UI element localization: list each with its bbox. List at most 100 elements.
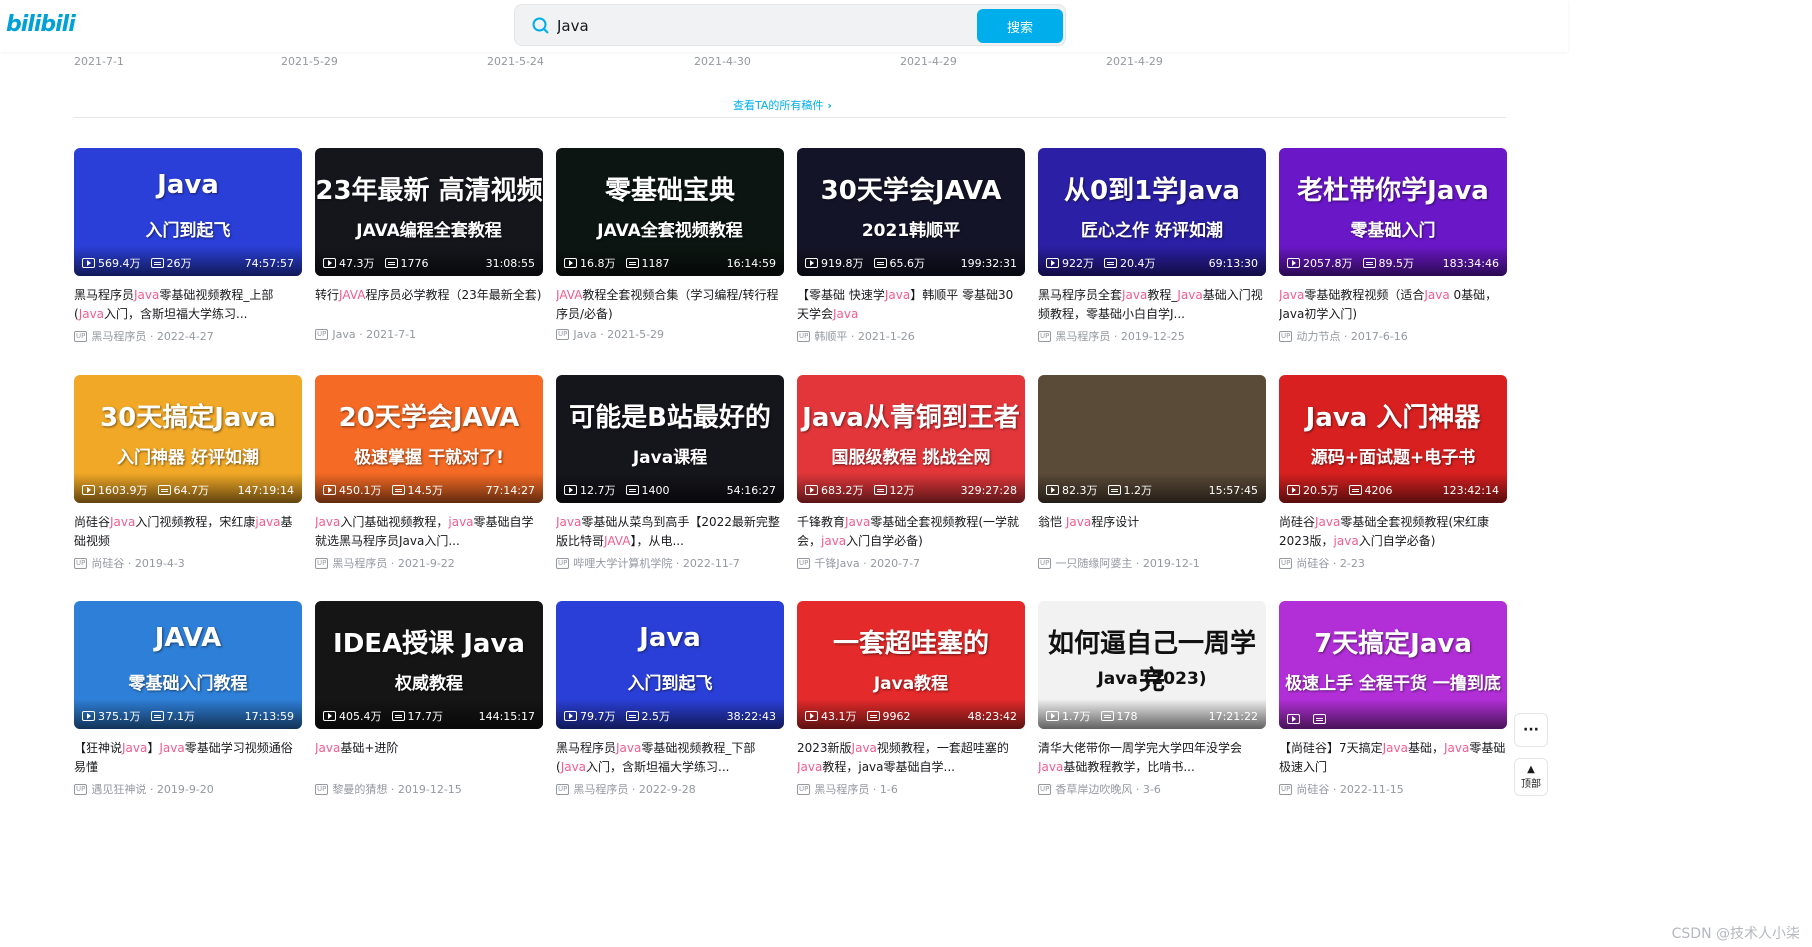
video-title[interactable]: 千锋教育Java零基础全套视频教程(一学就会，java入门自学必备) (797, 513, 1025, 551)
video-title[interactable]: Java基础+进阶 (315, 739, 543, 777)
video-card[interactable]: 一套超哇塞的 Java教程 43.1万 9962 48:23:42 2023新版Java视… (797, 601, 1025, 797)
danmaku-stat: 9962 (866, 710, 911, 723)
view-count: 2057.8万 (1303, 257, 1353, 270)
video-title[interactable]: Java零基础从菜鸟到高手【2022最新完整版比特哥JAVA】，从电... (556, 513, 784, 551)
video-card[interactable]: 20天学会JAVA 极速掌握 干就对了! 450.1万 14.5万 77:14:27 Ja… (315, 375, 543, 571)
video-thumbnail[interactable]: 如何逼自己一周学完 Java (2023) 1.7万 178 17:21:22 (1038, 601, 1266, 729)
video-title[interactable]: Java零基础教程视频（适合Java 0基础，Java初学入门) (1279, 286, 1507, 324)
video-card[interactable]: IDEA授课 Java 权威教程 405.4万 17.7万 144:15:17 Java基… (315, 601, 543, 797)
video-card[interactable]: 从0到1学Java 匠心之作 好评如潮 922万 20.4万 69:13:30 黑马程序员… (1038, 148, 1266, 344)
more-options-button[interactable]: ··· (1514, 713, 1548, 747)
title-segment: Java (1382, 741, 1408, 755)
uploader-name[interactable]: 黑马程序员 (332, 555, 387, 571)
video-card[interactable]: 可能是B站最好的 Java课程 12.7万 1400 54:16:27 Java零基础从菜… (556, 375, 784, 571)
video-card[interactable]: Java 入门神器 源码+面试题+电子书 20.5万 4206 123:42:14 尚硅谷… (1279, 375, 1507, 571)
uploader-name[interactable]: 黑马程序员 (573, 781, 628, 797)
uploader-icon: UP (315, 783, 329, 795)
video-title[interactable]: 【零基础 快速学Java】韩顺平 零基础30天学会Java (797, 286, 1025, 324)
uploader-name[interactable]: 一只随缘阿婆主 (1055, 555, 1132, 571)
video-title[interactable]: 尚硅谷Java零基础全套视频教程(宋红康2023版，java入门自学必备) (1279, 513, 1507, 551)
meta-separator: · (387, 782, 398, 796)
video-card[interactable]: 老杜带你学Java 零基础入门 2057.8万 89.5万 183:34:46 Java零… (1279, 148, 1507, 344)
video-thumbnail[interactable]: 20天学会JAVA 极速掌握 干就对了! 450.1万 14.5万 77:14:27 (315, 375, 543, 503)
uploader-name[interactable]: 尚硅谷 (91, 555, 124, 571)
video-thumbnail[interactable]: 从0到1学Java 匠心之作 好评如潮 922万 20.4万 69:13:30 (1038, 148, 1266, 276)
uploader-icon: UP (797, 330, 811, 342)
title-segment: 翁恺 (1038, 515, 1066, 529)
danmaku-count: 178 (1116, 709, 1138, 723)
video-card[interactable]: 30天学会JAVA 2021韩顺平 919.8万 65.6万 199:32:31 【零基础… (797, 148, 1025, 344)
video-title[interactable]: 转行JAVA程序员必学教程（23年最新全套) (315, 286, 543, 324)
video-thumbnail[interactable]: 一套超哇塞的 Java教程 43.1万 9962 48:23:42 (797, 601, 1025, 729)
video-title[interactable]: 尚硅谷Java入门视频教程，宋红康java基础视频 (74, 513, 302, 551)
uploader-name[interactable]: Java (573, 328, 596, 341)
video-thumbnail[interactable]: 零基础宝典 JAVA全套视频教程 16.8万 1187 16:14:59 (556, 148, 784, 276)
uploader-name[interactable]: 黎曼的猜想 (332, 781, 387, 797)
danmaku-count: 14.5万 (407, 484, 444, 497)
thumbnail-headline: JAVA (154, 623, 222, 653)
video-thumbnail[interactable]: 可能是B站最好的 Java课程 12.7万 1400 54:16:27 (556, 375, 784, 503)
video-title[interactable]: 黑马程序员Java零基础视频教程_上部(Java入门，含斯坦福大学练习... (74, 286, 302, 324)
prev-date: 2021-5-29 (281, 55, 338, 68)
danmaku-icon (873, 485, 887, 495)
video-title[interactable]: 【尚硅谷】7天搞定Java基础，Java零基础极速入门 (1279, 739, 1507, 777)
uploader-name[interactable]: 香草岸边吹晚风 (1055, 781, 1132, 797)
bilibili-logo[interactable]: bilibili (6, 12, 76, 37)
uploader-name[interactable]: 黑马程序员 (814, 781, 869, 797)
danmaku-icon (1313, 714, 1326, 724)
video-thumbnail[interactable]: 30天学会JAVA 2021韩顺平 919.8万 65.6万 199:32:31 (797, 148, 1025, 276)
meta-separator: · (1110, 329, 1121, 343)
uploader-name[interactable]: 哔哩大学计算机学院 (573, 555, 672, 571)
video-thumbnail[interactable]: 30天搞定Java 入门神器 好评如潮 1603.9万 64.7万 147:19:14 (74, 375, 302, 503)
video-stats: 1.7万 178 17:21:22 (1046, 708, 1258, 724)
play-count-icon (1287, 258, 1300, 268)
meta-separator: · (146, 782, 157, 796)
video-card[interactable]: Java从青铜到王者 国服级教程 挑战全网 683.2万 12万 329:27:28 千锋… (797, 375, 1025, 571)
video-card[interactable]: 零基础宝典 JAVA全套视频教程 16.8万 1187 16:14:59 JAVA教程全套… (556, 148, 784, 341)
video-thumbnail[interactable]: 82.3万 1.2万 15:57:45 (1038, 375, 1266, 503)
video-title[interactable]: 2023新版Java视频教程，一套超哇塞的Java教程，java零基础自学... (797, 739, 1025, 777)
search-button[interactable]: 搜索 (977, 9, 1063, 43)
video-title[interactable]: Java入门基础视频教程，java零基础自学就选黑马程序员Java入门... (315, 513, 543, 551)
video-thumbnail[interactable]: Java 入门到起飞 79.7万 2.5万 38:22:43 (556, 601, 784, 729)
view-all-videos-link[interactable]: 查看TA的所有稿件 › (733, 97, 832, 113)
video-thumbnail[interactable]: Java 入门到起飞 569.4万 26万 74:57:57 (74, 148, 302, 276)
video-card[interactable]: Java 入门到起飞 569.4万 26万 74:57:57 黑马程序员Java零基础视频… (74, 148, 302, 344)
video-card[interactable]: JAVA 零基础入门教程 375.1万 7.1万 17:13:59 【狂神说Java】Ja… (74, 601, 302, 797)
uploader-name[interactable]: 韩顺平 (814, 328, 847, 344)
uploader-name[interactable]: 动力节点 (1296, 328, 1340, 344)
meta-separator: · (628, 782, 639, 796)
video-card[interactable]: 7天搞定Java 极速上手 全程干货 一撸到底【尚硅谷】7天搞定Java基础，Ja… (1279, 601, 1507, 797)
uploader-name[interactable]: 黑马程序员 (1055, 328, 1110, 344)
video-thumbnail[interactable]: Java 入门神器 源码+面试题+电子书 20.5万 4206 123:42:14 (1279, 375, 1507, 503)
video-thumbnail[interactable]: 老杜带你学Java 零基础入门 2057.8万 89.5万 183:34:46 (1279, 148, 1507, 276)
uploader-name[interactable]: 千锋Java (814, 555, 859, 571)
publish-date: 2022-11-7 (682, 556, 740, 570)
uploader-name[interactable]: Java (332, 328, 355, 341)
video-title[interactable]: 黑马程序员全套Java教程_Java基础入门视频教程，零基础小白自学J... (1038, 286, 1266, 324)
back-to-top-button[interactable]: ▲ 顶部 (1514, 758, 1548, 796)
title-segment: Java (1424, 288, 1450, 302)
video-title[interactable]: 翁恺 Java程序设计 (1038, 513, 1266, 551)
video-title[interactable]: 黑马程序员Java零基础视频教程_下部(Java入门，含斯坦福大学练习... (556, 739, 784, 777)
video-card[interactable]: 23年最新 高清视频 JAVA编程全套教程 47.3万 1776 31:08:55 转行J… (315, 148, 543, 341)
uploader-name[interactable]: 遇见狂神说 (91, 781, 146, 797)
video-thumbnail[interactable]: IDEA授课 Java 权威教程 405.4万 17.7万 144:15:17 (315, 601, 543, 729)
thumbnail-subline: 入门到起飞 (145, 221, 231, 241)
video-thumbnail[interactable]: Java从青铜到王者 国服级教程 挑战全网 683.2万 12万 329:27:28 (797, 375, 1025, 503)
uploader-name[interactable]: 尚硅谷 (1296, 781, 1329, 797)
video-title[interactable]: 【狂神说Java】Java零基础学习视频通俗易懂 (74, 739, 302, 777)
video-thumbnail[interactable]: JAVA 零基础入门教程 375.1万 7.1万 17:13:59 (74, 601, 302, 729)
uploader-name[interactable]: 黑马程序员 (91, 328, 146, 344)
video-card[interactable]: 如何逼自己一周学完 Java (2023) 1.7万 178 17:21:22 清华大佬带… (1038, 601, 1266, 797)
search-input[interactable] (557, 11, 977, 41)
video-title[interactable]: 清华大佬带你一周学完大学四年没学会 Java基础教程教学，比啃书... (1038, 739, 1266, 777)
video-card[interactable]: 30天搞定Java 入门神器 好评如潮 1603.9万 64.7万 147:19:14 尚… (74, 375, 302, 571)
video-meta: UP 黑马程序员 · 2021-9-22 (315, 555, 543, 571)
video-card[interactable]: 82.3万 1.2万 15:57:45 翁恺 Java程序设计 UP 一只随缘阿婆主 · … (1038, 375, 1266, 571)
uploader-name[interactable]: 尚硅谷 (1296, 555, 1329, 571)
video-title[interactable]: JAVA教程全套视频合集（学习编程/转行程序员/必备) (556, 286, 784, 324)
video-thumbnail[interactable]: 7天搞定Java 极速上手 全程干货 一撸到底 (1279, 601, 1507, 729)
video-card[interactable]: Java 入门到起飞 79.7万 2.5万 38:22:43 黑马程序员Java零基础视频… (556, 601, 784, 797)
video-thumbnail[interactable]: 23年最新 高清视频 JAVA编程全套教程 47.3万 1776 31:08:55 (315, 148, 543, 276)
